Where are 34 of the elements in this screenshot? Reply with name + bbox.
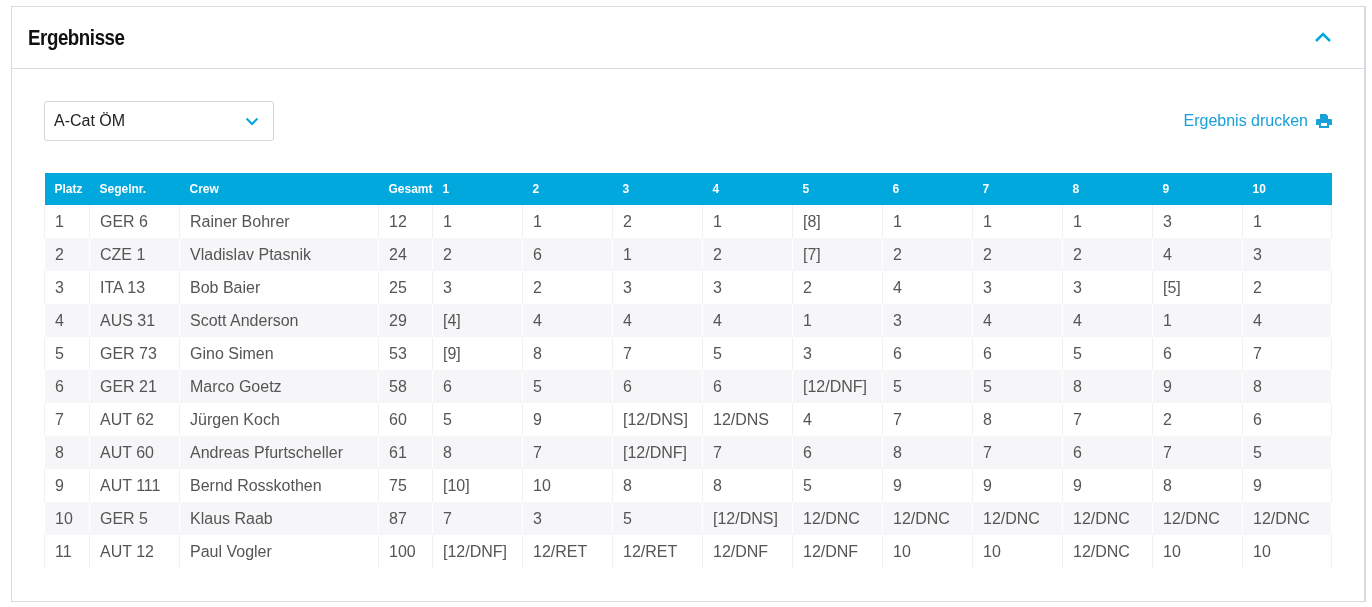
column-header: 1 [432, 173, 523, 205]
printer-icon [1316, 114, 1332, 128]
panel-title: Ergebnisse [28, 24, 125, 51]
chevron-up-icon[interactable] [1314, 32, 1332, 43]
table-cell: 12/DNC [1062, 535, 1153, 568]
column-header: 8 [1062, 173, 1153, 205]
table-cell: [12/DNF] [432, 535, 523, 568]
column-header: Gesamt [378, 173, 433, 205]
column-header: 5 [792, 173, 883, 205]
table-cell: AUT 12 [89, 535, 180, 568]
select-value: A-Cat ÖM [54, 112, 126, 130]
column-header: 6 [882, 173, 973, 205]
table-cell: 10 [1242, 535, 1332, 568]
table-cell: 10 [882, 535, 973, 568]
table-cell: Paul Vogler [179, 535, 379, 568]
column-header: Crew [179, 173, 379, 205]
chevron-down-icon [245, 116, 259, 126]
column-header: 4 [702, 173, 793, 205]
column-header: 10 [1242, 173, 1332, 205]
table-cell: 10 [1152, 535, 1243, 568]
table-cell: 10 [972, 535, 1063, 568]
table-cell: 12/RET [612, 535, 703, 568]
column-header: 3 [612, 173, 703, 205]
class-select[interactable]: A-Cat ÖM [44, 101, 274, 141]
table-cell: 12/DNF [702, 535, 793, 568]
column-header: Segelnr. [89, 173, 180, 205]
table-cell: 100 [378, 535, 433, 568]
column-header: 9 [1152, 173, 1243, 205]
column-header: 2 [522, 173, 613, 205]
table-cell: 11 [44, 535, 90, 568]
table-cell: 12/DNF [792, 535, 883, 568]
column-header: Platz [44, 173, 90, 205]
column-header: 7 [972, 173, 1063, 205]
table-cell: 12/RET [522, 535, 613, 568]
